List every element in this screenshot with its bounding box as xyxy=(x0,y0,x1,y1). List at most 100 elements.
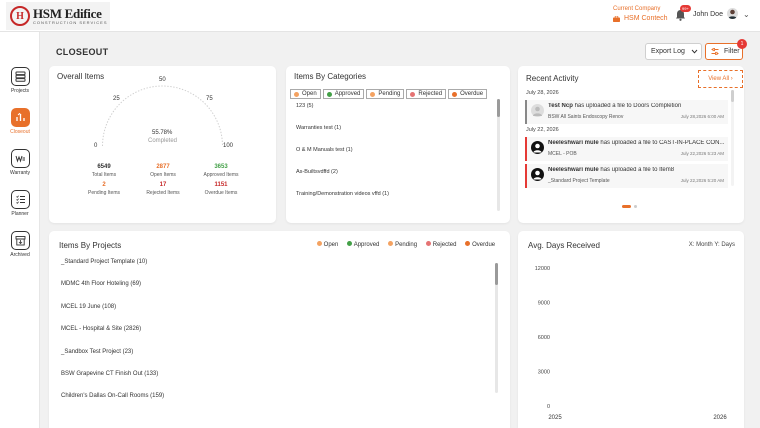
legend-pending[interactable]: Pending xyxy=(366,89,405,99)
view-all-link[interactable]: View All › xyxy=(698,70,743,88)
pending-dot-icon xyxy=(388,241,394,246)
legend-approved[interactable]: Approved xyxy=(347,241,379,248)
legend-approved[interactable]: Approved xyxy=(322,89,365,99)
legend-open[interactable]: Open xyxy=(290,89,321,99)
open-dot-icon xyxy=(294,91,299,97)
stat-value: 1151 xyxy=(214,182,228,188)
projects-scrollbar[interactable] xyxy=(495,263,498,393)
logo-title: HSM Edifice xyxy=(33,6,102,21)
approved-dot-icon xyxy=(326,91,332,97)
company-name: HSM Contech xyxy=(624,15,668,22)
x-tick-label: 2025 xyxy=(548,415,562,421)
sidebar-item-closeout[interactable]: Closeout xyxy=(0,108,40,135)
legend-label: Open xyxy=(302,91,317,97)
legend-overdue[interactable]: Overdue xyxy=(448,89,488,99)
activity-item[interactable]: Neeleshwari mule has uploaded a file to … xyxy=(525,164,728,188)
avg-days-chart: 0 3000 6000 9000 12000 2025 2026 xyxy=(535,266,728,421)
project-item[interactable]: MDMC 4th Floor Hoteling (69) xyxy=(61,281,141,287)
activity-time: July 28,2026 6:00 AM xyxy=(680,114,724,119)
overdue-dot-icon xyxy=(452,91,458,97)
stat-value: 2877 xyxy=(156,164,170,170)
sidebar-item-archived[interactable]: Archived xyxy=(0,231,40,258)
company-logo[interactable]: H HSM Edifice CONSTRUCTION SERVICES xyxy=(6,2,110,30)
view-all-label: View All xyxy=(708,76,730,82)
chevron-down-icon[interactable]: ⌄ xyxy=(743,10,750,19)
activity-text: Neeleshwari mule has uploaded a file to … xyxy=(548,167,675,173)
recent-activity-title: Recent Activity xyxy=(526,74,579,83)
export-log-label: Export Log xyxy=(651,48,685,55)
legend-overdue[interactable]: Overdue xyxy=(465,241,495,248)
activity-scrollbar[interactable] xyxy=(731,90,734,186)
activity-project: BSW All Saints Endoscopy Renov xyxy=(548,114,624,120)
legend-label: Rejected xyxy=(432,242,457,248)
y-tick-label: 9000 xyxy=(538,301,550,307)
chevron-right-icon: › xyxy=(729,76,733,82)
scrollbar-thumb[interactable] xyxy=(497,99,500,117)
categories-title: Items By Categories xyxy=(294,72,367,81)
project-item[interactable]: MCEL 19 June (108) xyxy=(61,304,116,310)
sidebar-item-label: Closeout xyxy=(10,129,30,135)
projects-icon xyxy=(10,67,30,86)
project-item[interactable]: MCEL - Hospital & Site (2826) xyxy=(61,326,141,332)
user-avatar-icon xyxy=(531,141,544,154)
logo-mark-icon: H xyxy=(10,6,30,26)
activity-date: July 22, 2026 xyxy=(526,127,559,133)
activity-project: _Standard Project Template xyxy=(548,178,610,184)
notification-badge: 99+ xyxy=(680,5,691,12)
export-log-dropdown[interactable]: Export Log xyxy=(645,43,702,60)
completed-label: Completed xyxy=(148,138,178,144)
category-item[interactable]: As-Builtsvdffd (2) xyxy=(296,169,338,175)
briefcase-icon xyxy=(613,15,620,22)
legend-label: Pending xyxy=(378,91,401,97)
archive-icon xyxy=(10,231,30,250)
category-item[interactable]: O & M Manuals test (1) xyxy=(296,147,353,153)
sidebar-item-label: Warranty xyxy=(9,170,31,176)
category-item[interactable]: Training/Demonstration videos vffd (1) xyxy=(296,191,389,197)
scrollbar-thumb[interactable] xyxy=(731,90,734,102)
scrollbar-thumb[interactable] xyxy=(495,263,498,285)
category-item[interactable]: 123 (5) xyxy=(296,103,313,109)
legend-label: Rejected xyxy=(418,91,443,97)
category-item[interactable]: Warranties test (1) xyxy=(296,125,341,131)
activity-item[interactable]: Neeleshwari mule has uploaded a file to … xyxy=(525,137,728,161)
categories-scrollbar[interactable] xyxy=(497,99,500,211)
user-name[interactable]: John Doe xyxy=(693,11,723,18)
legend-open[interactable]: Open xyxy=(317,241,338,248)
filter-label: Filter xyxy=(724,48,740,55)
legend-label: Approved xyxy=(334,91,361,97)
avatar[interactable] xyxy=(727,8,738,19)
stat-value: 2 xyxy=(102,182,106,188)
sidebar-item-projects[interactable]: Projects xyxy=(0,67,40,94)
rejected-dot-icon xyxy=(426,241,432,246)
company-switcher[interactable]: Current Company HSM Contech xyxy=(613,6,668,22)
legend-pending[interactable]: Pending xyxy=(388,241,417,248)
stat-value: 3653 xyxy=(214,164,228,170)
project-item[interactable]: Children's Dallas On-Call Rooms (159) xyxy=(61,393,164,399)
sidebar-item-planner[interactable]: Planner xyxy=(0,190,40,217)
carousel-dot[interactable] xyxy=(634,205,637,208)
user-avatar-icon xyxy=(531,104,544,117)
stat-label: Rejected Items xyxy=(146,190,180,196)
stat-label: Total Items xyxy=(91,172,117,178)
sidebar-item-warranty[interactable]: Warranty xyxy=(0,149,40,176)
completion-gauge xyxy=(102,85,223,147)
filter-count-badge: 1 xyxy=(737,39,747,49)
stat-label: Overdue Items xyxy=(204,190,238,196)
gauge-tick-label: 0 xyxy=(94,143,98,149)
project-item[interactable]: BSW Grapevine CT Finish Out (133) xyxy=(61,371,158,377)
stat-open-items: 2877 Open Items xyxy=(133,164,193,178)
pending-dot-icon xyxy=(370,91,376,97)
items-by-projects-card: Items By Projects Open Approved Pending … xyxy=(49,231,510,428)
planner-icon xyxy=(10,190,30,209)
legend-label: Overdue xyxy=(460,91,484,97)
activity-time: July 22,2026 5:23 AM xyxy=(680,151,724,156)
carousel-dot-active[interactable] xyxy=(622,205,631,208)
legend-label: Overdue xyxy=(472,242,496,248)
project-item[interactable]: _Standard Project Template (10) xyxy=(61,259,147,265)
project-item[interactable]: _Sandbox Test Project (23) xyxy=(61,349,133,355)
legend-rejected[interactable]: Rejected xyxy=(426,241,456,248)
stat-pending-items: 2 Pending Items xyxy=(74,182,134,196)
legend-rejected[interactable]: Rejected xyxy=(406,89,447,99)
user-avatar-icon xyxy=(531,168,544,181)
activity-item[interactable]: Test Ncp has uploaded a file to Doors Co… xyxy=(525,100,728,124)
